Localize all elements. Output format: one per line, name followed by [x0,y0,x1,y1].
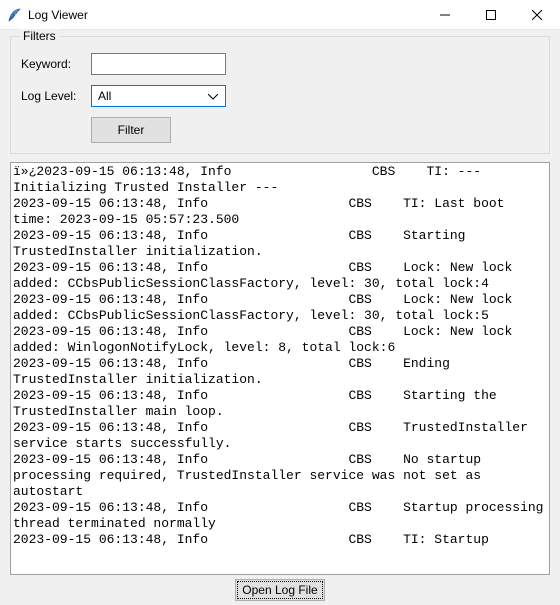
keyword-input[interactable] [91,53,226,75]
filter-button-row: Filter [21,117,539,143]
loglevel-label: Log Level: [21,89,91,103]
bottom-button-row: Open Log File [0,577,560,605]
keyword-row: Keyword: [21,53,539,75]
loglevel-combobox[interactable]: All [91,85,226,107]
minimize-button[interactable] [422,0,468,30]
app-feather-icon [6,7,22,23]
log-text[interactable]: ï»¿2023-09-15 06:13:48, Info CBS TI: ---… [11,163,549,549]
open-log-file-button[interactable]: Open Log File [235,579,325,601]
chevron-down-icon [205,89,221,103]
log-text-container: ï»¿2023-09-15 06:13:48, Info CBS TI: ---… [10,162,550,575]
close-button[interactable] [514,0,560,30]
window-title: Log Viewer [28,8,422,22]
loglevel-row: Log Level: All [21,85,539,107]
filters-groupbox: Filters Keyword: Log Level: All Filter [10,36,550,154]
filter-button[interactable]: Filter [91,117,171,143]
keyword-label: Keyword: [21,57,91,71]
title-bar: Log Viewer [0,0,560,30]
loglevel-selected-value: All [98,89,111,103]
maximize-button[interactable] [468,0,514,30]
filters-group-label: Filters [19,29,60,43]
client-area: Filters Keyword: Log Level: All Filter ï… [0,30,560,605]
